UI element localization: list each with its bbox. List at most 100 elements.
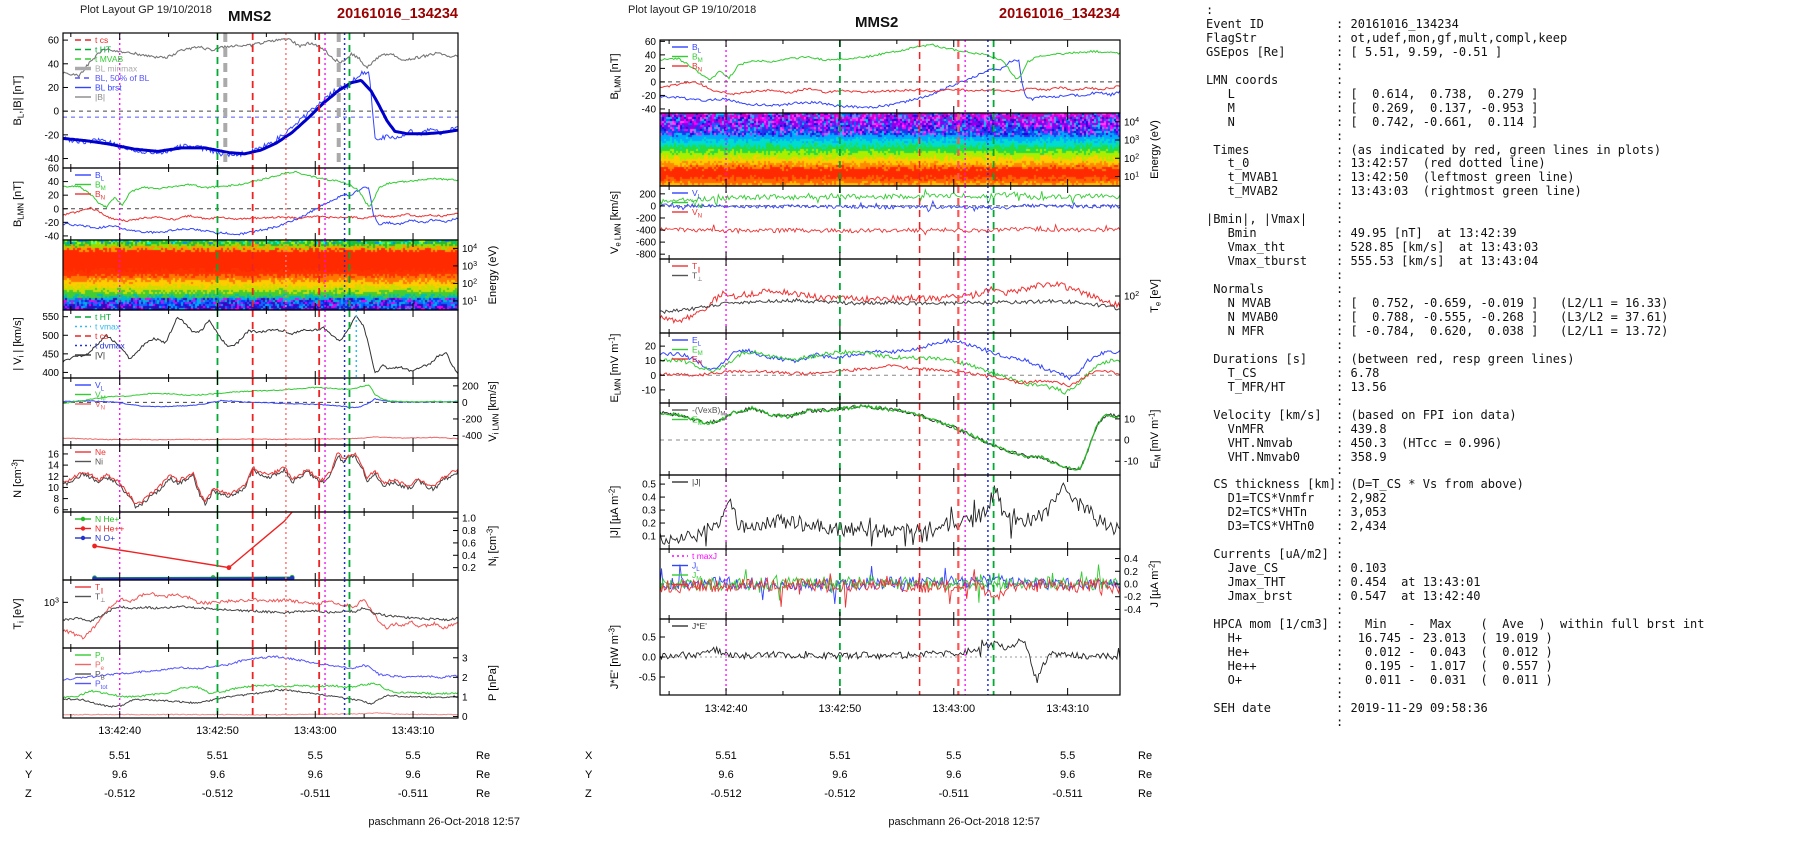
svg-text:BL minmax: BL minmax — [95, 64, 138, 74]
svg-text:8: 8 — [53, 494, 59, 505]
svg-text:102: 102 — [462, 276, 477, 290]
svg-text:13:43:10: 13:43:10 — [1046, 703, 1089, 715]
svg-text:0.4: 0.4 — [462, 551, 476, 562]
svg-text:Y: Y — [585, 769, 593, 781]
svg-text:3: 3 — [462, 653, 468, 664]
svg-text:Re: Re — [476, 788, 490, 800]
svg-text:-0.512: -0.512 — [710, 788, 741, 800]
left-plot-canvas: 6040200-20-40BL,|B| [nT]t cst HTt MVABBL… — [11, 32, 501, 800]
svg-text:0.3: 0.3 — [642, 506, 656, 517]
svg-text:BL,|B| [nT]: BL,|B| [nT] — [12, 76, 26, 126]
svg-text:13:42:40: 13:42:40 — [705, 703, 748, 715]
svg-text:500: 500 — [42, 331, 59, 342]
panel-te — [660, 259, 1120, 333]
svg-text:BL, 50% of BL: BL, 50% of BL — [95, 73, 150, 83]
svg-text:EM: EM — [692, 415, 703, 428]
svg-text:t cs: t cs — [95, 35, 108, 45]
svg-text:1: 1 — [462, 692, 468, 703]
svg-text:20: 20 — [48, 191, 60, 202]
svg-text:60: 60 — [645, 37, 657, 48]
panel-ispec — [63, 240, 458, 310]
svg-text:104: 104 — [1124, 115, 1139, 129]
svg-text:Ve LMN [km/s]: Ve LMN [km/s] — [609, 191, 623, 254]
svg-text:-10: -10 — [642, 385, 657, 396]
svg-text:0: 0 — [53, 204, 59, 215]
svg-text:0: 0 — [462, 398, 468, 409]
svg-text:5.5: 5.5 — [308, 750, 323, 762]
svg-text:-0.511: -0.511 — [300, 788, 330, 800]
svg-text:13:42:40: 13:42:40 — [98, 725, 141, 737]
svg-text:0: 0 — [53, 107, 59, 118]
svg-text:BL brst: BL brst — [95, 83, 122, 93]
svg-text:-400: -400 — [462, 431, 482, 442]
svg-text:Z: Z — [585, 788, 592, 800]
svg-text:20: 20 — [48, 83, 60, 94]
svg-text:Re: Re — [476, 750, 490, 762]
svg-text:-10: -10 — [1124, 457, 1139, 468]
svg-text:9.6: 9.6 — [832, 769, 847, 781]
svg-text:J*E': J*E' — [692, 621, 707, 631]
svg-text:-0.4: -0.4 — [1124, 605, 1142, 616]
svg-text:-400: -400 — [636, 226, 656, 237]
svg-text:13:42:50: 13:42:50 — [818, 703, 861, 715]
svg-text:-40: -40 — [642, 104, 657, 115]
svg-text:16: 16 — [48, 449, 60, 460]
svg-text:60: 60 — [48, 36, 60, 47]
svg-text:-0.511: -0.511 — [939, 788, 969, 800]
svg-text:101: 101 — [462, 294, 477, 308]
svg-text:5.5: 5.5 — [405, 750, 420, 762]
svg-text:5.51: 5.51 — [109, 750, 130, 762]
svg-text:|V|: |V| — [95, 350, 105, 360]
svg-text:13:43:00: 13:43:00 — [294, 725, 337, 737]
svg-text:N [cm-3]: N [cm-3] — [11, 459, 25, 498]
svg-text:Re: Re — [1138, 750, 1152, 762]
svg-text:BLMN [nT]: BLMN [nT] — [12, 181, 26, 227]
svg-text:J [µA m-2]: J [µA m-2] — [1148, 561, 1162, 608]
left-plot: Plot Layout GP 19/10/2018 MMS2 20161016_… — [0, 0, 545, 841]
svg-text:P [nPa]: P [nPa] — [487, 665, 499, 701]
svg-text:-0.511: -0.511 — [398, 788, 428, 800]
svg-text:N He+: N He+ — [95, 514, 119, 524]
panel-ve — [660, 186, 1120, 259]
svg-text:0: 0 — [462, 712, 468, 723]
svg-text:0.5: 0.5 — [642, 633, 656, 644]
svg-text:550: 550 — [42, 312, 59, 323]
svg-text:9.6: 9.6 — [1060, 769, 1075, 781]
svg-text:-600: -600 — [636, 238, 656, 249]
svg-text:J*E' [nW m-3]: J*E' [nW m-3] — [608, 625, 622, 689]
svg-text:1.0: 1.0 — [462, 514, 476, 525]
svg-text:9.6: 9.6 — [112, 769, 127, 781]
svg-text:Ni [cm-3]: Ni [cm-3] — [486, 526, 501, 567]
panel-nminor — [92, 512, 351, 580]
svg-text:104: 104 — [462, 241, 477, 255]
svg-text:Energy (eV): Energy (eV) — [1149, 120, 1161, 179]
svg-text:9.6: 9.6 — [946, 769, 961, 781]
svg-text:0: 0 — [1124, 436, 1130, 447]
svg-text:13:43:00: 13:43:00 — [932, 703, 975, 715]
panel-elmn — [660, 333, 1120, 403]
svg-text:5.5: 5.5 — [1060, 750, 1075, 762]
svg-text:Re: Re — [476, 769, 490, 781]
svg-text:ELMN [mV m-1]: ELMN [mV m-1] — [608, 334, 623, 403]
svg-text:-20: -20 — [45, 130, 60, 141]
svg-text:40: 40 — [48, 177, 60, 188]
svg-text:103: 103 — [44, 595, 59, 609]
svg-text:0.2: 0.2 — [642, 519, 656, 530]
svg-text:0.8: 0.8 — [462, 526, 476, 537]
svg-text:0.1: 0.1 — [642, 532, 656, 543]
svg-text:0: 0 — [650, 77, 656, 88]
svg-text:N He++: N He++ — [95, 524, 124, 534]
svg-text:0.2: 0.2 — [1124, 567, 1138, 578]
svg-text:102: 102 — [1124, 151, 1139, 165]
svg-text:13:43:10: 13:43:10 — [392, 725, 435, 737]
svg-text:103: 103 — [1124, 133, 1139, 147]
panel-n — [63, 445, 458, 512]
svg-text:9.6: 9.6 — [405, 769, 420, 781]
svg-text:2: 2 — [462, 673, 468, 684]
panel-jlmn — [660, 549, 1120, 619]
svg-text:200: 200 — [639, 189, 656, 200]
svg-text:450: 450 — [42, 349, 59, 360]
panel-p — [63, 648, 458, 718]
svg-text:103: 103 — [462, 259, 477, 273]
svg-text:t cs: t cs — [95, 331, 108, 341]
